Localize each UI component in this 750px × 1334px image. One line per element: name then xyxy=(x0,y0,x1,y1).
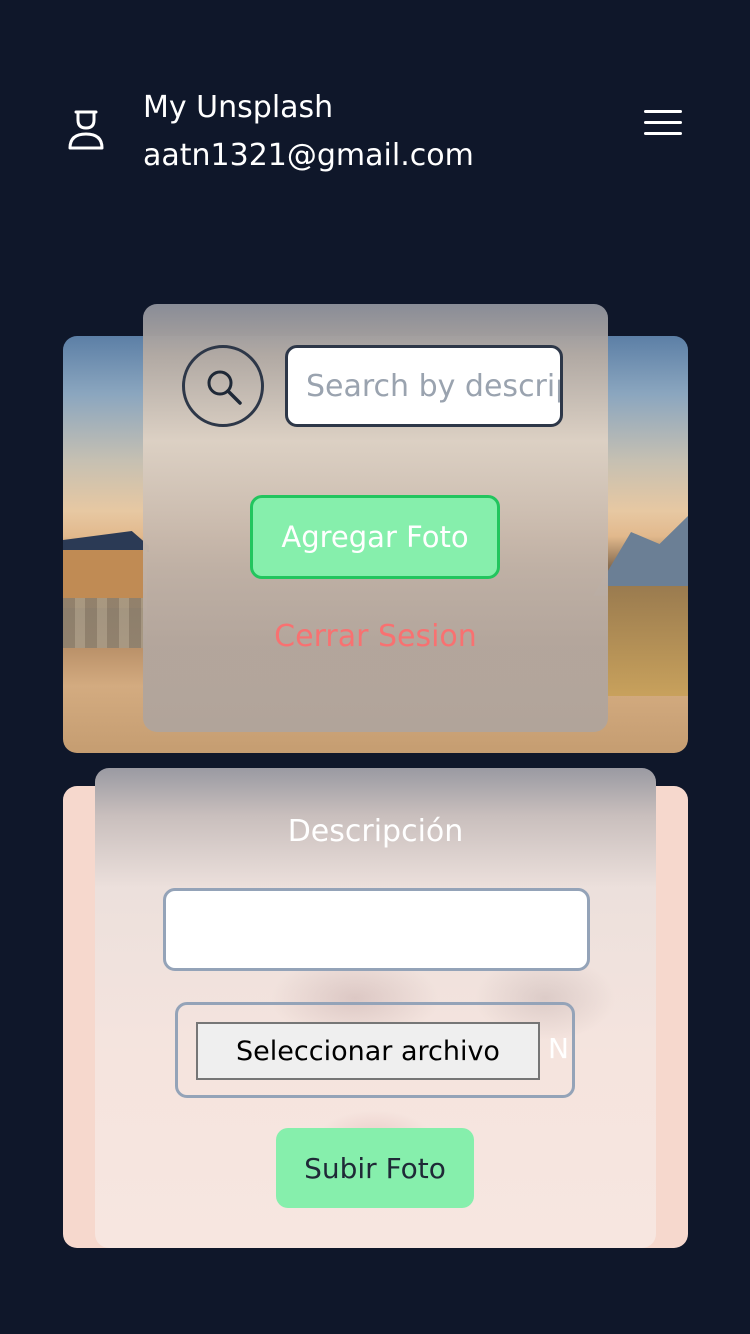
upload-photo-button[interactable]: Subir Foto xyxy=(276,1128,474,1208)
photo-stone-wall xyxy=(63,598,147,648)
brand-block: My Unsplash aatn1321@gmail.com xyxy=(143,84,474,180)
add-photo-button[interactable]: Agregar Foto xyxy=(250,495,500,579)
photo-field xyxy=(608,586,688,696)
app-title: My Unsplash xyxy=(143,90,334,125)
photo-roof xyxy=(63,531,149,552)
file-input[interactable]: Seleccionar archivo N xyxy=(175,1002,575,1098)
description-label: Descripción xyxy=(287,814,464,849)
search-input[interactable] xyxy=(285,345,563,427)
user-icon xyxy=(66,108,106,152)
hamburger-menu-icon[interactable] xyxy=(644,108,684,138)
file-status-text: N xyxy=(548,1032,569,1065)
choose-file-button[interactable]: Seleccionar archivo xyxy=(196,1022,540,1080)
user-email: aatn1321@gmail.com xyxy=(143,138,474,173)
search-button[interactable] xyxy=(182,345,264,427)
search-icon xyxy=(207,370,242,405)
logout-link[interactable]: Cerrar Sesion xyxy=(143,614,608,660)
description-input[interactable] xyxy=(163,888,590,971)
